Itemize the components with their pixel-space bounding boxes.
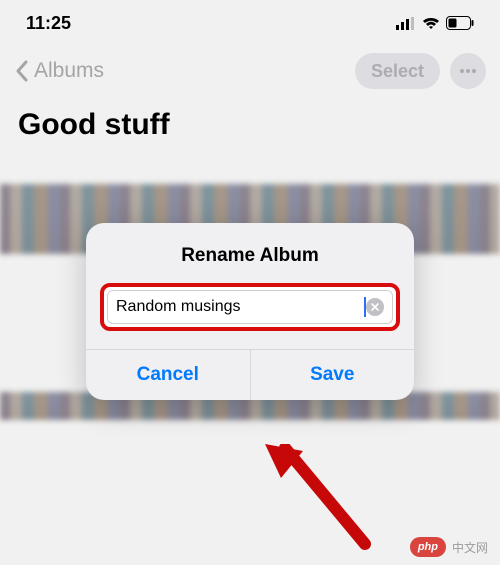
- watermark-site: 中文网: [452, 539, 488, 556]
- rename-album-alert: Rename Album Cancel Save: [86, 223, 414, 400]
- save-button[interactable]: Save: [250, 350, 415, 400]
- watermark: php 中文网: [410, 537, 488, 557]
- alert-title: Rename Album: [86, 223, 414, 283]
- photos-app-screen: 11:25 Albums Select Good stuff Rename: [0, 0, 500, 565]
- album-name-input[interactable]: [116, 298, 363, 316]
- watermark-brand: php: [410, 537, 446, 557]
- alert-actions: Cancel Save: [86, 349, 414, 400]
- close-icon: [371, 303, 379, 311]
- modal-overlay: Rename Album Cancel Save: [0, 0, 500, 565]
- cancel-label: Cancel: [137, 364, 199, 385]
- cancel-button[interactable]: Cancel: [86, 350, 250, 400]
- annotation-highlight: [100, 283, 400, 331]
- album-name-field[interactable]: [107, 290, 393, 324]
- save-label: Save: [310, 364, 354, 385]
- clear-text-button[interactable]: [366, 298, 384, 316]
